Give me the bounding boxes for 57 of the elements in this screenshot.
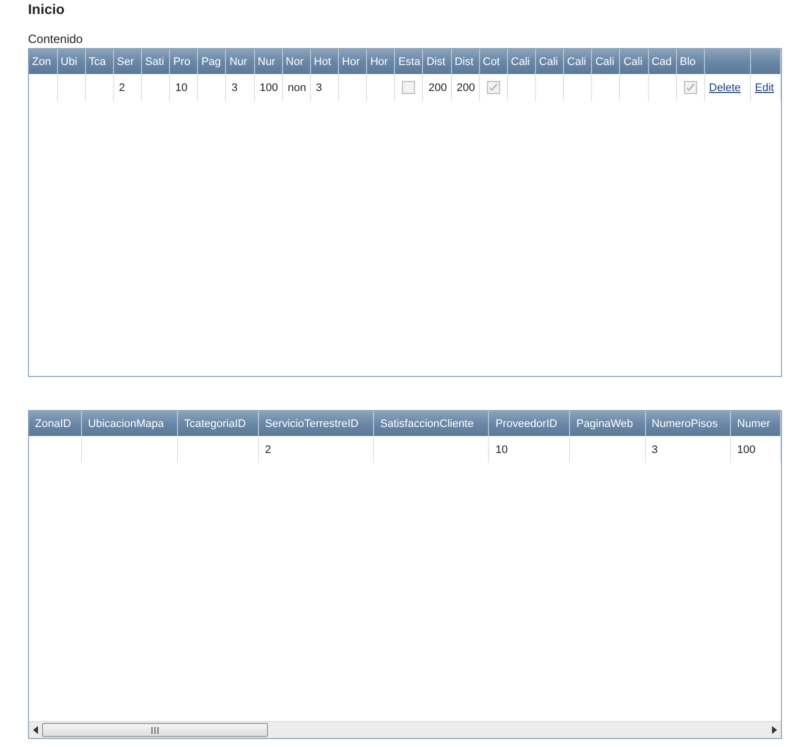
column-header[interactable]: UbicacionMapa — [82, 411, 178, 436]
scrollbar-thumb[interactable] — [42, 723, 268, 737]
column-header[interactable]: ServicioTerrestreID — [258, 411, 374, 436]
column-header[interactable]: TcategoriaID — [178, 411, 258, 436]
column-header[interactable]: Cali — [507, 49, 536, 74]
column-header[interactable]: Cot — [479, 49, 508, 74]
row-link[interactable]: Delete — [709, 82, 741, 94]
column-header[interactable]: Blo — [676, 49, 704, 74]
column-header[interactable]: Cali — [592, 49, 620, 74]
column-header[interactable]: Cali — [564, 49, 592, 74]
column-header[interactable]: NumeroPisos — [645, 411, 731, 436]
column-header[interactable]: Cad — [648, 49, 676, 74]
table-cell: 2 — [264, 444, 272, 456]
column-header[interactable]: Esta — [394, 49, 423, 74]
column-header[interactable]: Hor — [338, 49, 367, 74]
table-cell: 3 — [652, 444, 658, 456]
column-header[interactable]: Nur — [226, 49, 254, 74]
table-cell: non — [288, 82, 306, 94]
column-header[interactable]: Zon — [29, 49, 58, 74]
column-header[interactable]: Numer — [730, 411, 780, 436]
column-header[interactable]: Hot — [310, 49, 339, 74]
left-arrow-icon[interactable] — [33, 726, 38, 734]
column-header[interactable]: SatisfaccionCliente — [374, 411, 489, 436]
column-header[interactable]: Ubi — [57, 49, 86, 74]
column-header[interactable]: Cali — [536, 49, 564, 74]
table-cell: 100 — [260, 82, 278, 94]
table-cell: 100 — [737, 444, 756, 456]
page-title: Inicio — [28, 0, 66, 18]
grip-icon — [151, 726, 159, 734]
column-header[interactable]: ProveedorID — [488, 411, 570, 436]
table-cell: 3 — [231, 82, 238, 94]
right-arrow-icon[interactable] — [772, 726, 777, 734]
column-header[interactable]: Nur — [254, 49, 282, 74]
column-header[interactable]: Pro — [170, 49, 198, 74]
checkbox[interactable] — [402, 81, 416, 94]
horizontal-scrollbar[interactable] — [29, 721, 781, 738]
column-header[interactable]: Tca — [85, 49, 114, 74]
column-header[interactable]: Dist — [451, 49, 480, 74]
column-header[interactable]: Nor — [282, 49, 310, 74]
column-header[interactable]: Ser — [113, 49, 142, 74]
column-header[interactable]: Sati — [142, 49, 170, 74]
column-header[interactable]: Dist — [422, 49, 452, 74]
column-header[interactable]: ZonaID — [29, 411, 82, 436]
table-cell: 2 — [118, 82, 126, 94]
column-header[interactable]: Cali — [620, 49, 648, 74]
table-cell: 3 — [316, 82, 322, 94]
column-header[interactable]: Pag — [198, 49, 226, 74]
table-cell: 200 — [456, 82, 475, 94]
section-label: Contenido — [28, 32, 84, 46]
table-cell: 200 — [428, 82, 447, 94]
table-cell: 10 — [175, 82, 188, 94]
table-cell: 10 — [495, 444, 508, 456]
checkbox[interactable] — [684, 81, 697, 94]
column-header[interactable]: Hor — [366, 49, 395, 74]
column-header[interactable]: PaginaWeb — [570, 411, 646, 436]
checkbox[interactable] — [486, 81, 500, 94]
row-link[interactable]: Edit — [755, 82, 774, 94]
